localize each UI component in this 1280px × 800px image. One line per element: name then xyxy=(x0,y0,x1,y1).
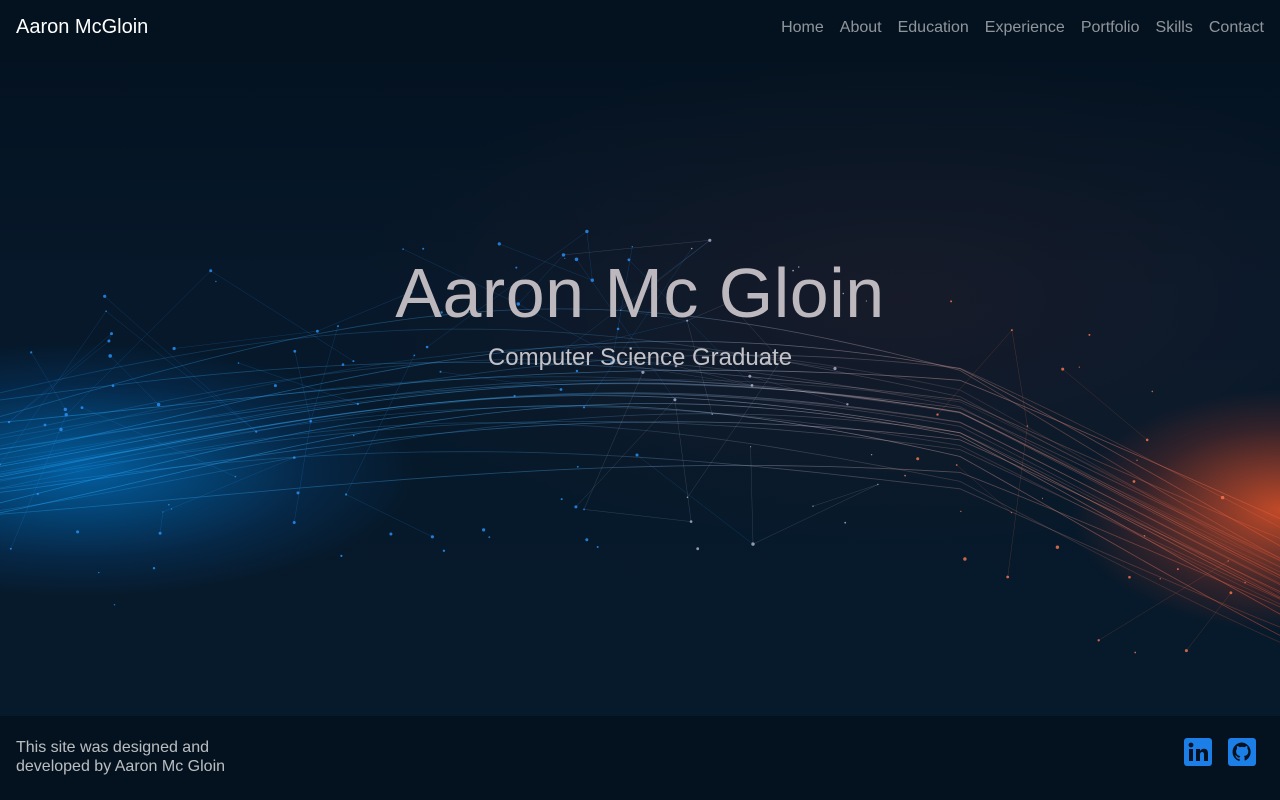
footer-credit: This site was designed and developed by … xyxy=(16,739,226,775)
hero-section: Aaron McGloin Home About Education Exper… xyxy=(0,0,1280,716)
nav-portfolio[interactable]: Portfolio xyxy=(1081,18,1140,38)
github-icon xyxy=(1228,738,1256,766)
nav-education[interactable]: Education xyxy=(898,18,969,38)
github-link[interactable] xyxy=(1228,738,1256,766)
nav-experience[interactable]: Experience xyxy=(985,18,1065,38)
linkedin-icon xyxy=(1184,738,1212,766)
social-links xyxy=(1184,738,1256,766)
page: Aaron McGloin Home About Education Exper… xyxy=(0,0,1280,800)
hero-title: Aaron Mc Gloin xyxy=(395,254,885,332)
brand-link[interactable]: Aaron McGloin xyxy=(16,16,148,39)
nav-contact[interactable]: Contact xyxy=(1209,18,1264,38)
footer: This site was designed and developed by … xyxy=(0,716,1280,800)
hero-subtitle: Computer Science Graduate xyxy=(487,344,793,371)
nav-skills[interactable]: Skills xyxy=(1156,18,1193,38)
top-navbar: Aaron McGloin Home About Education Exper… xyxy=(0,0,1280,56)
linkedin-link[interactable] xyxy=(1184,738,1212,766)
nav-about[interactable]: About xyxy=(840,18,882,38)
nav-home[interactable]: Home xyxy=(781,18,824,38)
main-nav: Home About Education Experience Portfoli… xyxy=(781,18,1264,38)
